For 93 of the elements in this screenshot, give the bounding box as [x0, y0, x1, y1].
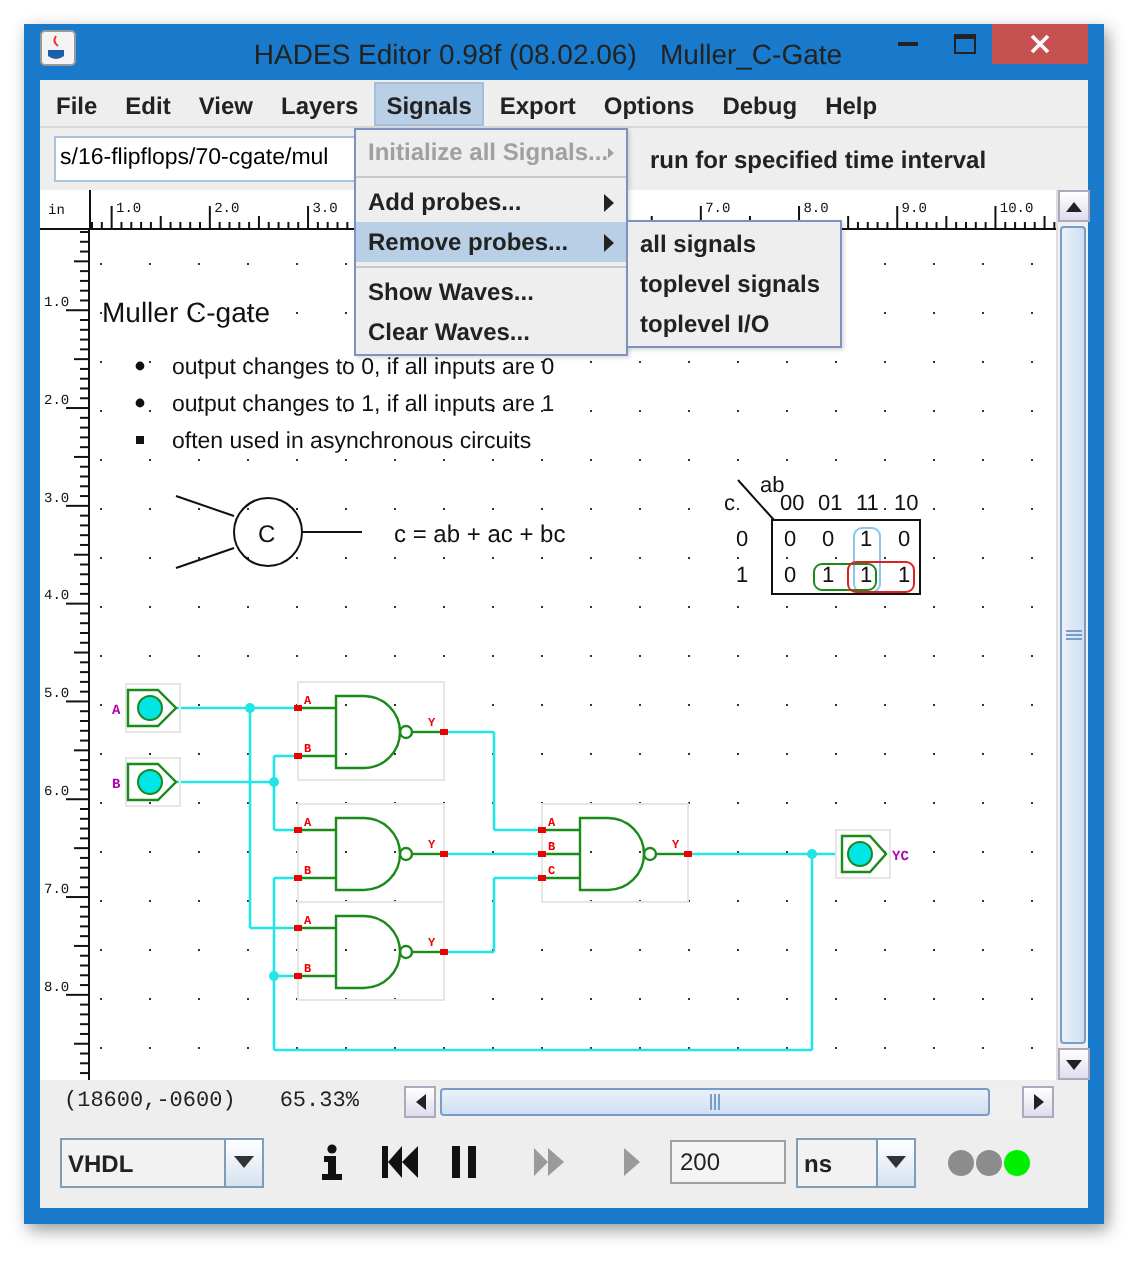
- coordinates-text: (18600,-0600): [64, 1090, 236, 1114]
- grip-icon: [710, 1094, 721, 1110]
- menu-item[interactable]: Signals: [374, 81, 484, 125]
- dropdown-arrow-icon: [886, 1156, 906, 1168]
- kmap-cell: 1: [898, 564, 911, 588]
- menu-item[interactable]: View: [186, 81, 265, 125]
- info-icon: [320, 1144, 344, 1180]
- interval-field[interactable]: 200: [670, 1140, 786, 1184]
- junction-dot: [269, 777, 279, 787]
- left-arrow-icon: [415, 1094, 426, 1110]
- menu-item[interactable]: Layers: [268, 81, 371, 125]
- rewind-icon: [382, 1146, 418, 1178]
- wire: [444, 852, 542, 856]
- scroll-left-button[interactable]: [404, 1086, 437, 1118]
- input-pin: [294, 827, 302, 833]
- scroll-up-button[interactable]: [1058, 190, 1090, 222]
- input-pin: [538, 851, 546, 857]
- dropdown-arrow-icon: [234, 1156, 254, 1168]
- bullet-text: output changes to 1, if all inputs are 1: [172, 393, 555, 417]
- hint-text: run for specified time interval: [650, 145, 987, 173]
- play-icon: [624, 1148, 640, 1176]
- up-arrow-icon: [1066, 201, 1082, 211]
- menu-entry[interactable]: Remove probes...: [356, 222, 626, 262]
- vertical-scrollbar[interactable]: [1056, 190, 1088, 1080]
- kmap-cell: 0: [784, 564, 797, 588]
- menu-entry[interactable]: all signals: [628, 224, 840, 264]
- pause-icon: [452, 1146, 476, 1178]
- menu-entry[interactable]: Clear Waves...: [356, 312, 626, 352]
- kmap-header: 11: [856, 492, 879, 516]
- input-pin: [294, 875, 302, 881]
- menu-item[interactable]: Export: [487, 81, 588, 125]
- menu-entry[interactable]: toplevel I/O: [628, 304, 840, 344]
- language-dropdown[interactable]: VHDL: [60, 1137, 264, 1187]
- scroll-right-button[interactable]: [1022, 1086, 1055, 1118]
- input-pin: [294, 753, 302, 759]
- horizontal-scrollbar[interactable]: [404, 1086, 1055, 1118]
- path-field[interactable]: s/16-flipflops/70-cgate/mul: [54, 136, 358, 182]
- bullet-icon: [135, 361, 145, 371]
- unit-dropdown[interactable]: ns: [796, 1137, 916, 1187]
- scroll-thumb[interactable]: [440, 1088, 991, 1116]
- kmap-row-label: 1: [736, 564, 749, 588]
- window-title: HADES Editor 0.98f (08.02.06) Muller_C-Gate: [251, 38, 845, 70]
- kmap-header: 00: [780, 492, 805, 516]
- right-arrow-icon: [1033, 1094, 1044, 1110]
- junction-dot: [807, 849, 817, 859]
- kmap-cell: 0: [784, 528, 797, 552]
- java-cup-icon: [40, 30, 76, 66]
- menu-item[interactable]: Edit: [113, 81, 183, 125]
- bullet-icon: [135, 398, 145, 408]
- menu-item[interactable]: Options: [591, 81, 707, 125]
- kmap-cell: 0: [898, 528, 911, 552]
- menu-entry[interactable]: Add probes...: [356, 182, 626, 222]
- output-pin: [440, 851, 448, 857]
- down-arrow-icon: [1066, 1059, 1082, 1069]
- input-pin: [294, 973, 302, 979]
- kmap-cell: 1: [822, 564, 835, 588]
- bullet-text: often used in asynchronous circuits: [172, 430, 532, 454]
- input-pin: [538, 827, 546, 833]
- bullet-icon: [136, 436, 144, 444]
- close-icon: [1030, 34, 1050, 54]
- output-pin: [440, 949, 448, 955]
- kmap-row-label: 0: [736, 528, 749, 552]
- output-pin: [684, 851, 692, 857]
- input-pin: [294, 925, 302, 931]
- kmap-cell: 1: [860, 564, 873, 588]
- kmap-variable: c: [724, 492, 735, 516]
- maximize-icon: [953, 34, 975, 54]
- equation-text: c = ab + ac + bc: [394, 520, 566, 548]
- minimize-icon: [898, 42, 918, 46]
- input-pin: [294, 705, 302, 711]
- symbol-label: C: [258, 520, 276, 548]
- bullet-text: output changes to 0, if all inputs are 0: [172, 356, 555, 380]
- menu-item[interactable]: Debug: [710, 81, 810, 125]
- junction-dot: [269, 971, 279, 981]
- junction-dot: [245, 703, 255, 713]
- close-button[interactable]: [992, 24, 1088, 64]
- menu-entry[interactable]: toplevel signals: [628, 264, 840, 304]
- zoom-text: 65.33%: [279, 1090, 359, 1114]
- scroll-down-button[interactable]: [1058, 1048, 1090, 1080]
- menu-item[interactable]: Help: [813, 81, 890, 125]
- menu-item[interactable]: File: [44, 81, 110, 125]
- kmap-cell: 0: [822, 528, 835, 552]
- output-pin: [440, 729, 448, 735]
- grip-icon: [1065, 630, 1081, 640]
- kmap-variable: ab: [760, 474, 785, 498]
- kmap-cell: 1: [860, 528, 873, 552]
- scroll-thumb[interactable]: [1060, 226, 1086, 1044]
- kmap-header: 10: [894, 492, 919, 516]
- fast-forward-icon: [533, 1148, 563, 1176]
- menu-entry[interactable]: Show Waves...: [356, 272, 626, 312]
- kmap-header: 01: [818, 492, 843, 516]
- input-pin: [538, 875, 546, 881]
- schematic-title: Muller C-gate: [102, 296, 271, 328]
